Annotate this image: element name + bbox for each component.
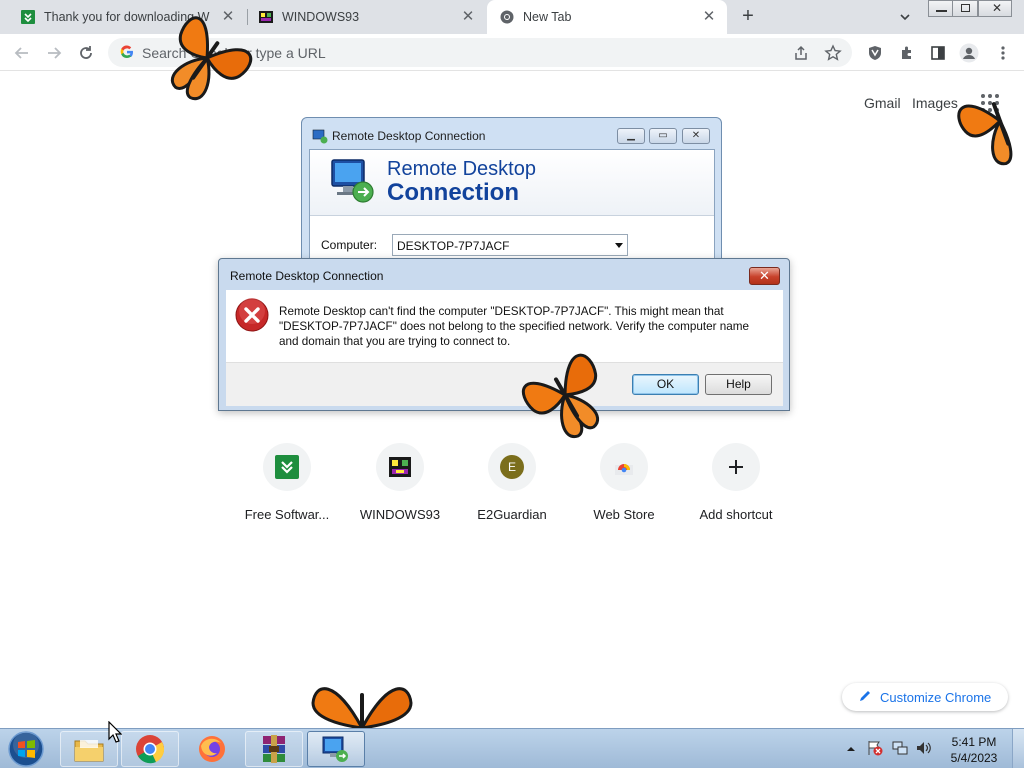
network-icon[interactable]: [891, 739, 909, 760]
shortcut-label: WINDOWS93: [359, 507, 441, 522]
rdp-heading-line1: Remote Desktop: [387, 158, 536, 180]
rdp-heading-line2: Connection: [387, 179, 519, 206]
rdp-minimize-button[interactable]: ▁: [617, 128, 645, 144]
clock-time: 5:41 PM: [951, 735, 997, 749]
firefox-icon: [199, 736, 225, 762]
mouse-cursor-icon: [108, 721, 122, 743]
share-icon[interactable]: [792, 44, 810, 62]
computer-label: Computer:: [321, 238, 378, 252]
error-dialog: Remote Desktop Connection ✕ Remote Deskt…: [218, 258, 790, 411]
back-arrow-icon[interactable]: [11, 42, 33, 64]
reload-icon[interactable]: [75, 42, 97, 64]
clock-date: 5/4/2023: [950, 751, 998, 765]
rdp-maximize-button[interactable]: ▭: [649, 128, 677, 144]
customize-chrome-button[interactable]: Customize Chrome: [842, 683, 1008, 711]
taskbar-winrar[interactable]: [245, 731, 303, 767]
shortcut-label: Free Softwar...: [244, 507, 330, 522]
e-avatar: E: [500, 455, 524, 479]
minimize-button[interactable]: [928, 0, 954, 17]
windows93-icon: [376, 443, 424, 491]
error-message-line: "DESKTOP-7P7JACF" does not belong to the…: [279, 320, 749, 333]
google-g-icon: [120, 45, 134, 59]
tab-title: WINDOWS93: [282, 10, 360, 24]
action-center-flag-icon[interactable]: [866, 739, 884, 760]
windows93-favicon: [258, 9, 274, 25]
green-download-icon: [263, 443, 311, 491]
computer-dropdown[interactable]: DESKTOP-7P7JACF: [392, 234, 628, 256]
rdp-close-button[interactable]: ✕: [682, 128, 710, 144]
show-desktop-button[interactable]: [1012, 729, 1024, 768]
ok-button[interactable]: OK: [632, 374, 699, 395]
error-close-button[interactable]: ✕: [749, 267, 780, 285]
butterfly-icon: [311, 687, 413, 728]
tab-title: New Tab: [523, 10, 572, 24]
show-hidden-icons-icon[interactable]: [846, 742, 856, 757]
taskbar-clock[interactable]: 5:41 PM 5/4/2023: [944, 734, 1004, 766]
chrome-icon: [136, 735, 165, 764]
rdp-title: Remote Desktop Connection: [332, 129, 486, 143]
tab-strip: Thank you for downloading W ✕ WINDOWS93 …: [0, 0, 1024, 34]
green-download-favicon: [20, 9, 36, 25]
windows-orb-icon: [8, 731, 44, 767]
browser-toolbar: [0, 34, 1024, 71]
error-content: Remote Desktop can't find the computer "…: [226, 290, 783, 362]
tab-close-icon[interactable]: ✕: [701, 9, 717, 25]
butterfly-icon: [521, 353, 600, 439]
error-message-line: Remote Desktop can't find the computer "…: [279, 305, 724, 318]
error-footer: OK Help: [226, 362, 783, 406]
shortcut-label: E2Guardian: [477, 507, 547, 522]
shortcut-label: Web Store: [593, 507, 655, 522]
rdp-title-icon: [312, 128, 328, 144]
close-button[interactable]: ✕: [978, 0, 1012, 17]
new-tab-plus-icon[interactable]: +: [736, 5, 760, 29]
shortcut-web-store[interactable]: Web Store: [568, 443, 680, 533]
chrome-favicon: [499, 9, 515, 25]
side-panel-icon[interactable]: [927, 42, 949, 64]
start-button[interactable]: [6, 730, 46, 768]
remote-desktop-monitor-icon: [328, 156, 378, 206]
menu-kebab-icon[interactable]: [992, 42, 1014, 64]
tab-close-icon[interactable]: ✕: [460, 9, 476, 25]
tab-search-chevron-icon[interactable]: [896, 8, 914, 26]
rdp-titlebar[interactable]: Remote Desktop Connection ▁ ▭ ✕: [302, 118, 721, 150]
profile-avatar-icon[interactable]: [958, 42, 980, 64]
windows-taskbar: 5:41 PM 5/4/2023: [0, 728, 1024, 768]
restore-button[interactable]: [952, 0, 978, 17]
rdp-window: Remote Desktop Connection ▁ ▭ ✕ Remote D…: [301, 117, 722, 267]
help-button[interactable]: Help: [705, 374, 772, 395]
folder-icon: [74, 740, 104, 762]
taskbar-remote-desktop[interactable]: [307, 731, 365, 767]
remote-desktop-icon: [322, 736, 348, 762]
forward-arrow-icon[interactable]: [43, 42, 65, 64]
shortcut-free-software[interactable]: Free Softwar...: [231, 443, 343, 533]
bookmark-star-icon[interactable]: [824, 44, 842, 62]
customize-label: Customize Chrome: [880, 689, 992, 705]
rdp-body: Remote Desktop Connection Computer: DESK…: [309, 149, 715, 267]
butterfly-icon: [957, 102, 1013, 166]
shortcut-add[interactable]: Add shortcut: [680, 443, 792, 533]
computer-value: DESKTOP-7P7JACF: [397, 239, 510, 253]
rdp-banner: Remote Desktop Connection: [310, 150, 714, 216]
taskbar-chrome[interactable]: [121, 731, 179, 767]
extensions-puzzle-icon[interactable]: [896, 42, 918, 64]
extension-shield-icon[interactable]: [864, 42, 886, 64]
pencil-icon: [858, 689, 872, 706]
error-x-icon: [235, 298, 269, 332]
taskbar-firefox[interactable]: [183, 731, 241, 767]
dropdown-arrow-icon: [615, 243, 623, 248]
shortcut-label: Add shortcut: [699, 507, 773, 522]
shortcut-windows93[interactable]: WINDOWS93: [344, 443, 456, 533]
plus-icon: [712, 443, 760, 491]
shortcut-e2guardian[interactable]: E E2Guardian: [456, 443, 568, 533]
winrar-icon: [263, 735, 285, 763]
gmail-link[interactable]: Gmail: [864, 95, 901, 111]
tab-windows93[interactable]: WINDOWS93 ✕: [248, 0, 486, 34]
butterfly-icon: [170, 16, 253, 101]
error-dialog-title: Remote Desktop Connection: [230, 269, 384, 283]
tab-new-tab[interactable]: New Tab ✕: [487, 0, 727, 34]
volume-icon[interactable]: [915, 739, 933, 760]
